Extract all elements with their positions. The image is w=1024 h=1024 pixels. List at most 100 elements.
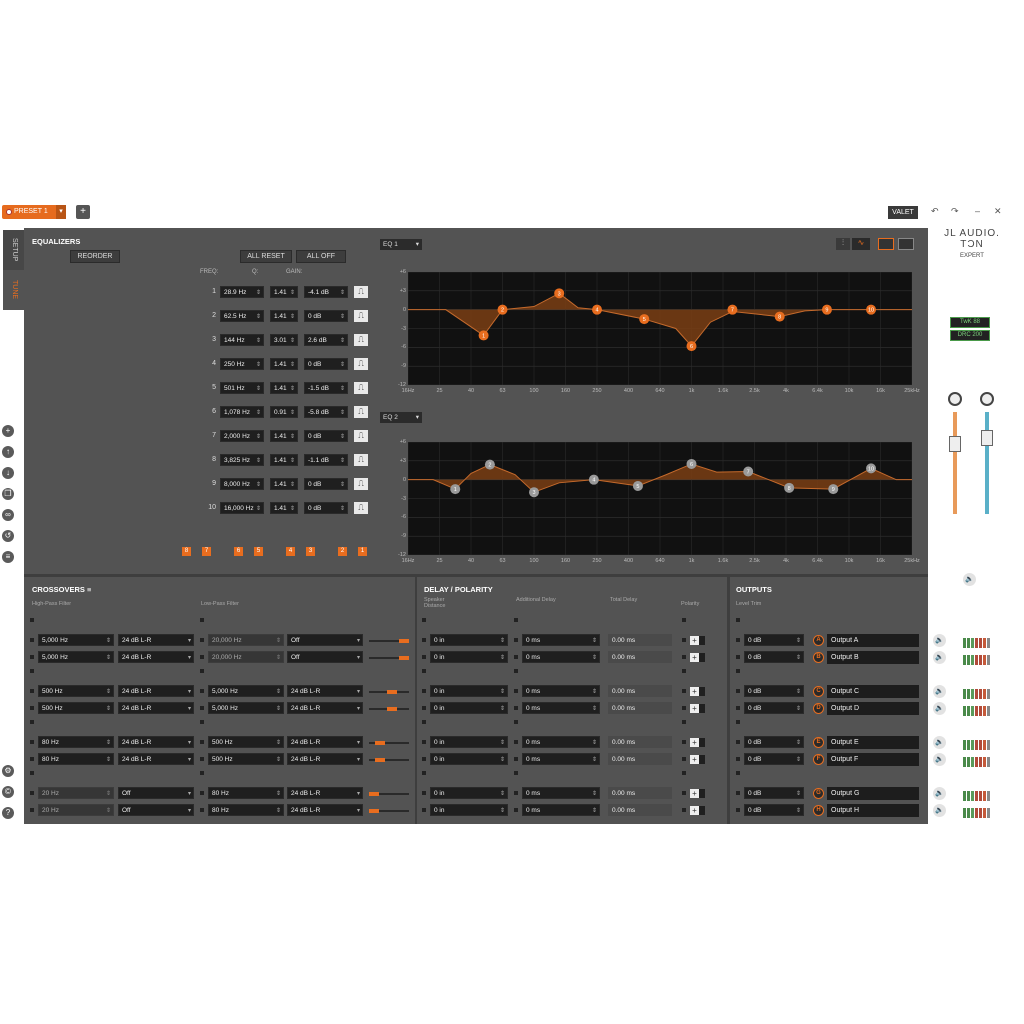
band-freq-input[interactable]: 62.5 Hz ⇕ [220,310,264,322]
band-freq-input[interactable]: 8,000 Hz ⇕ [220,478,264,490]
polarity-minus-toggle[interactable] [699,738,705,747]
crossover-range-handle[interactable] [399,639,409,643]
channel-select-dot[interactable] [736,706,740,710]
eq2-graph[interactable]: 1 2 3 4 5 6 7 8 9 10 [408,442,912,555]
stepper-icon[interactable]: ⇕ [106,686,111,698]
link-toggle[interactable] [736,720,740,724]
stepper-icon[interactable]: ⇕ [106,652,111,664]
stepper-icon[interactable]: ⇕ [500,737,505,749]
all-off-button[interactable]: ALL OFF [296,250,346,263]
stepper-icon[interactable]: ⇕ [290,335,295,347]
lpf-frequency-input[interactable]: 500 Hz ⇕ [208,753,284,765]
channel-select-dot[interactable] [422,689,426,693]
channel-select-dot[interactable] [514,740,518,744]
reset-icon[interactable]: ↺ [2,530,14,542]
polarity-minus-toggle[interactable] [699,653,705,662]
stepper-icon[interactable]: ⇕ [340,407,345,419]
stepper-icon[interactable]: ⇕ [290,359,295,371]
band-gain-input[interactable]: 0 dB ⇕ [304,430,348,442]
band-freq-input[interactable]: 28.9 Hz ⇕ [220,286,264,298]
polarity-plus-icon[interactable]: + [690,755,699,764]
channel-select-dot[interactable] [200,638,204,642]
all-reset-button[interactable]: ALL RESET [240,250,292,263]
speaker-icon[interactable]: 🔈 [933,787,946,800]
band-q-input[interactable]: 1.41 ⇕ [270,478,298,490]
band-freq-input[interactable]: 16,000 Hz ⇕ [220,502,264,514]
level-trim-input[interactable]: 0 dB ⇕ [744,702,804,714]
stepper-icon[interactable]: ⇕ [276,703,281,715]
stepper-icon[interactable]: ⇕ [592,635,597,647]
lpf-frequency-input[interactable]: 80 Hz ⇕ [208,787,284,799]
stepper-icon[interactable]: ⇕ [256,455,261,467]
channel-select-dot[interactable] [30,791,34,795]
output-name-field[interactable]: Output B [827,651,919,664]
band-tag[interactable]: 6 [234,547,243,556]
stepper-icon[interactable]: ⇕ [500,652,505,664]
filter-type-icon[interactable]: ⎍ [354,406,368,418]
channel-select-dot[interactable] [682,757,686,761]
crossover-range-slider[interactable] [369,809,409,813]
crossover-range-slider[interactable] [369,792,409,796]
stepper-icon[interactable]: ⇕ [796,703,801,715]
link-toggle[interactable] [30,720,34,724]
additional-delay-input[interactable]: 0 ms ⇕ [522,685,600,697]
stepper-icon[interactable]: ⇕ [290,431,295,443]
output-name-field[interactable]: Output A [827,634,919,647]
link-toggle[interactable] [682,720,686,724]
list-icon[interactable]: ≡ [2,551,14,563]
stepper-icon[interactable]: ⇕ [256,287,261,299]
stepper-icon[interactable]: ⇕ [796,788,801,800]
stepper-icon[interactable]: ⇕ [340,479,345,491]
stepper-icon[interactable]: ⇕ [340,287,345,299]
additional-delay-input[interactable]: 0 ms ⇕ [522,804,600,816]
band-gain-input[interactable]: 0 dB ⇕ [304,478,348,490]
lpf-slope-select[interactable]: Off ▾ [287,651,363,663]
lpf-frequency-input[interactable]: 5,000 Hz ⇕ [208,702,284,714]
band-gain-input[interactable]: 2.6 dB ⇕ [304,334,348,346]
stepper-icon[interactable]: ⇕ [276,754,281,766]
stepper-icon[interactable]: ⇕ [276,686,281,698]
stepper-icon[interactable]: ⇕ [256,407,261,419]
channel-select-dot[interactable] [514,757,518,761]
stepper-icon[interactable]: ⇕ [796,652,801,664]
stepper-icon[interactable]: ⇕ [106,788,111,800]
channel-select-dot[interactable] [200,740,204,744]
link-toggle[interactable] [200,669,204,673]
polarity-minus-toggle[interactable] [699,806,705,815]
curve-view-icon[interactable]: ∿ [852,238,870,250]
output-name-field[interactable]: Output C [827,685,919,698]
channel-select-dot[interactable] [736,655,740,659]
tab-setup[interactable]: SETUP [3,230,25,270]
stepper-icon[interactable]: ⇕ [290,479,295,491]
polarity-plus-icon[interactable]: + [690,806,699,815]
stepper-icon[interactable]: ⇕ [290,407,295,419]
stepper-icon[interactable]: ⇕ [290,455,295,467]
gear-icon[interactable]: ⚙ [2,765,14,777]
channel-select-dot[interactable] [514,638,518,642]
stepper-icon[interactable]: ⇕ [592,652,597,664]
hpf-frequency-input[interactable]: 500 Hz ⇕ [38,685,114,697]
channel-select-dot[interactable] [422,757,426,761]
channel-select-dot[interactable] [30,689,34,693]
channel-select-dot[interactable] [736,638,740,642]
channel-select-dot[interactable] [736,808,740,812]
speaker-distance-input[interactable]: 0 in ⇕ [430,753,508,765]
sub-slider-handle[interactable] [981,430,993,446]
stepper-icon[interactable]: ⇕ [106,703,111,715]
stepper-icon[interactable]: ⇕ [106,805,111,817]
lpf-slope-select[interactable]: 24 dB L-R ▾ [287,702,363,714]
level-trim-input[interactable]: 0 dB ⇕ [744,651,804,663]
band-q-input[interactable]: 1.41 ⇕ [270,382,298,394]
crossover-range-slider[interactable] [369,656,409,660]
band-q-input[interactable]: 1.41 ⇕ [270,454,298,466]
link-toggle[interactable] [736,669,740,673]
lpf-frequency-input[interactable]: 80 Hz ⇕ [208,804,284,816]
lpf-slope-select[interactable]: 24 dB L-R ▾ [287,787,363,799]
link-toggle[interactable] [514,771,518,775]
band-q-input[interactable]: 1.41 ⇕ [270,358,298,370]
output-name-field[interactable]: Output H [827,804,919,817]
stepper-icon[interactable]: ⇕ [500,686,505,698]
level-trim-input[interactable]: 0 dB ⇕ [744,736,804,748]
tab-tune[interactable]: TUNE [3,270,25,310]
stepper-icon[interactable]: ⇕ [106,754,111,766]
